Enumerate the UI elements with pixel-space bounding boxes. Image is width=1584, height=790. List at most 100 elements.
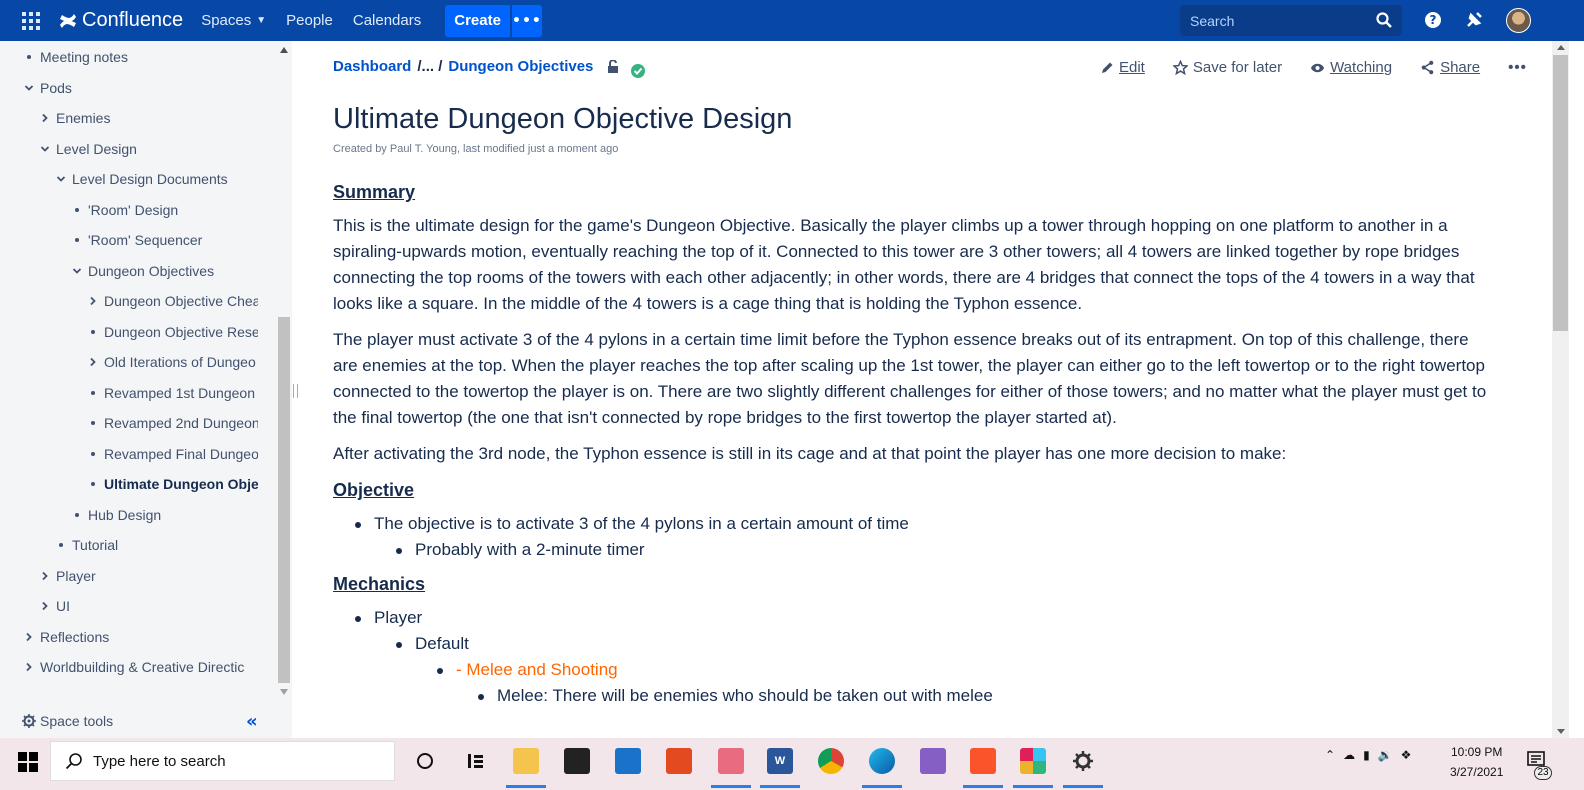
sidebar-tree-item[interactable]: Pods xyxy=(22,78,258,98)
brave-icon[interactable] xyxy=(970,748,996,774)
edge-icon[interactable] xyxy=(869,748,895,774)
page-scrollbar[interactable] xyxy=(1552,41,1569,738)
taskbar-search-input[interactable]: Type here to search xyxy=(50,741,395,781)
sidebar-tree-item-label: 'Room' Design xyxy=(88,202,179,218)
chevron-right-icon[interactable] xyxy=(38,601,52,611)
sidebar-tree-item-label: Worldbuilding & Creative Directic xyxy=(40,659,245,675)
sidebar-tree-item[interactable]: Level Design Documents xyxy=(54,169,258,189)
breadcrumb-ellipsis[interactable]: /... / xyxy=(417,58,442,75)
app-switcher-icon[interactable] xyxy=(22,11,40,30)
chevron-right-icon[interactable] xyxy=(86,296,100,306)
search-input[interactable]: Search xyxy=(1180,5,1402,36)
sidebar-tree-item[interactable]: Dungeon Objective Chea xyxy=(86,291,258,311)
confluence-logo[interactable]: Confluence xyxy=(58,9,183,32)
dropbox-icon[interactable]: ❖ xyxy=(1401,748,1412,762)
user-avatar[interactable] xyxy=(1506,8,1531,33)
nav-spaces[interactable]: Spaces ▼ xyxy=(201,12,266,29)
sidebar-scroll-thumb[interactable] xyxy=(278,317,290,683)
store-icon[interactable] xyxy=(564,748,590,774)
snip-icon[interactable] xyxy=(718,748,744,774)
save-for-later-button[interactable]: Save for later xyxy=(1172,59,1282,76)
summary-paragraph-1: This is the ultimate design for the game… xyxy=(333,216,1475,313)
logo-text: Confluence xyxy=(82,9,184,31)
search-placeholder: Search xyxy=(1190,12,1235,29)
cloud-icon[interactable]: ☁ xyxy=(1343,748,1355,762)
chevron-right-icon[interactable] xyxy=(22,662,36,672)
sidebar-tree-item[interactable]: Dungeon Objectives xyxy=(70,261,258,281)
breadcrumb-dungeon-objectives[interactable]: Dungeon Objectives xyxy=(448,58,593,75)
gear-icon xyxy=(22,714,36,728)
file-explorer-icon[interactable] xyxy=(513,748,539,774)
chevron-right-icon[interactable] xyxy=(22,632,36,642)
scroll-down-arrow-icon[interactable] xyxy=(1557,729,1565,734)
volume-icon[interactable]: 🔉 xyxy=(1378,748,1393,762)
chevron-right-icon[interactable] xyxy=(38,113,52,123)
edit-button[interactable]: Edit xyxy=(1100,59,1145,76)
sidebar-tree-item-label: Pods xyxy=(40,80,72,96)
help-icon[interactable]: ? xyxy=(1425,12,1441,28)
cortana-icon[interactable] xyxy=(412,748,438,774)
sidebar-tree-item[interactable]: Revamped 1st Dungeon xyxy=(86,383,258,403)
chevron-down-icon[interactable] xyxy=(22,83,36,93)
office-icon[interactable] xyxy=(666,748,692,774)
chevron-right-icon[interactable] xyxy=(38,571,52,581)
create-more-button[interactable]: ••• xyxy=(511,4,542,37)
nav-calendars[interactable]: Calendars xyxy=(353,12,421,29)
taskbar-clock[interactable]: 10:09 PM 3/27/2021 xyxy=(1450,742,1503,782)
sidebar-tree-item[interactable]: Hub Design xyxy=(70,505,258,525)
sidebar-tree-item[interactable]: Ultimate Dungeon Obje xyxy=(86,474,258,494)
chevron-up-icon[interactable]: ⌃ xyxy=(1325,748,1335,762)
chrome-icon[interactable] xyxy=(818,748,844,774)
chevron-down-icon[interactable] xyxy=(70,266,84,276)
sidebar-tree-item[interactable]: Tutorial xyxy=(54,535,258,555)
active-app-indicator xyxy=(862,785,902,788)
sidebar-tree-item[interactable]: Reflections xyxy=(22,627,258,647)
more-actions-button[interactable]: ••• xyxy=(1508,59,1527,76)
summary-paragraph-2: The player must activate 3 of the 4 pylo… xyxy=(333,330,1487,427)
scroll-up-arrow-icon[interactable] xyxy=(280,47,288,53)
share-button[interactable]: Share xyxy=(1420,59,1480,76)
breadcrumb-dashboard[interactable]: Dashboard xyxy=(333,58,411,75)
sidebar-tree-item[interactable]: Worldbuilding & Creative Directic xyxy=(22,657,258,677)
bullet-icon xyxy=(70,238,84,242)
unlock-icon[interactable] xyxy=(607,59,621,74)
task-view-icon[interactable] xyxy=(463,748,489,774)
sidebar-tree-item[interactable]: Meeting notes xyxy=(22,47,258,67)
windows-start-icon[interactable] xyxy=(18,752,38,772)
active-app-indicator xyxy=(506,785,546,788)
sidebar-tree-item[interactable]: 'Room' Design xyxy=(70,200,258,220)
scroll-up-arrow-icon[interactable] xyxy=(1557,45,1565,50)
sidebar-tree-item[interactable]: Revamped 2nd Dungeon xyxy=(86,413,258,433)
sidebar-tree-item-label: Revamped 2nd Dungeon xyxy=(104,415,258,431)
pencil-icon xyxy=(1102,62,1113,73)
sidebar-tree-item[interactable]: Enemies xyxy=(38,108,258,128)
word-icon[interactable]: W xyxy=(767,748,793,774)
top-navigation-bar: Confluence Spaces ▼ People Calendars Cre… xyxy=(0,0,1584,41)
battery-icon[interactable]: ▮ xyxy=(1363,748,1370,762)
chevron-right-icon[interactable] xyxy=(86,357,100,367)
nav-people[interactable]: People xyxy=(286,12,333,29)
sidebar-tree-item[interactable]: Dungeon Objective Rese xyxy=(86,322,258,342)
sidebar-tree-item[interactable]: Revamped Final Dungeo xyxy=(86,444,258,464)
bullet-dot xyxy=(91,330,95,334)
slack-icon[interactable] xyxy=(1020,748,1046,774)
chevron-down-icon[interactable] xyxy=(38,144,52,154)
space-tools-label: Space tools xyxy=(40,713,114,729)
scroll-down-arrow-icon[interactable] xyxy=(280,689,288,695)
settings-icon[interactable] xyxy=(1070,748,1096,774)
page-scroll-thumb[interactable] xyxy=(1553,55,1568,331)
create-button[interactable]: Create xyxy=(445,4,510,37)
visual-studio-icon[interactable] xyxy=(920,748,946,774)
mail-icon[interactable] xyxy=(615,748,641,774)
sidebar-tree-item[interactable]: UI xyxy=(38,596,258,616)
sidebar-tree-item[interactable]: 'Room' Sequencer xyxy=(70,230,258,250)
sidebar-tree-item[interactable]: Player xyxy=(38,566,258,586)
sidebar-tree-item[interactable]: Level Design xyxy=(38,139,258,159)
watching-button[interactable]: Watching xyxy=(1310,59,1392,76)
space-tools-button[interactable]: Space tools xyxy=(22,713,113,729)
collapse-sidebar-icon[interactable]: « xyxy=(246,711,258,732)
notifications-icon[interactable] xyxy=(1465,11,1483,29)
sidebar-tree-item[interactable]: Old Iterations of Dungeo xyxy=(86,352,258,372)
chevron-down-icon[interactable] xyxy=(54,174,68,184)
eye-icon xyxy=(1311,63,1325,72)
